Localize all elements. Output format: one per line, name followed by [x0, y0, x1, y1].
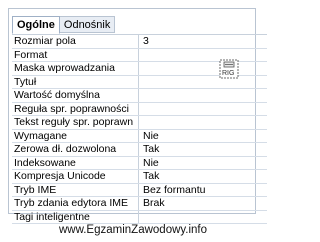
property-label: Wymagane — [12, 129, 139, 142]
property-label: Rozmiar pola — [12, 35, 139, 48]
property-label: Kompresja Unicode — [12, 170, 139, 183]
property-row-ime-sentence-mode[interactable]: Tryb zdania edytora IME Brak — [12, 197, 267, 211]
property-value[interactable]: Nie — [139, 157, 267, 170]
property-label: Tekst reguły spr. poprawn — [12, 116, 139, 129]
property-row-field-size[interactable]: Rozmiar pola 3 — [12, 35, 267, 49]
property-row-smart-tags[interactable]: Tagi inteligentne — [12, 210, 267, 224]
property-value[interactable]: Bez formantu — [139, 184, 267, 197]
property-label: Tytuł — [12, 75, 139, 88]
property-value[interactable] — [139, 89, 267, 102]
property-label: Tagi inteligentne — [12, 210, 139, 223]
property-value[interactable]: 3 — [139, 35, 267, 48]
property-row-required[interactable]: Wymagane Nie — [12, 129, 267, 143]
property-label: Format — [12, 48, 139, 61]
property-row-validation-rule[interactable]: Reguła spr. poprawności — [12, 102, 267, 116]
property-label: Maska wprowadzania — [12, 62, 139, 75]
property-label: Indeksowane — [12, 156, 139, 169]
property-label: Reguła spr. poprawności — [12, 102, 139, 115]
property-label: Zerowa dł. dozwolona — [12, 143, 139, 156]
property-value[interactable] — [139, 211, 267, 224]
property-row-unicode-compression[interactable]: Kompresja Unicode Tak — [12, 170, 267, 184]
property-row-allow-zero-length[interactable]: Zerowa dł. dozwolona Tak — [12, 143, 267, 157]
smart-tag-builder-icon: RIG — [219, 59, 239, 79]
property-label: Tryb zdania edytora IME — [12, 197, 139, 210]
property-value[interactable]: Nie — [139, 130, 267, 143]
property-label: Tryb IME — [12, 183, 139, 196]
tab-lookup[interactable]: Odnośnik — [59, 16, 116, 33]
property-row-indexed[interactable]: Indeksowane Nie — [12, 156, 267, 170]
property-value[interactable] — [139, 76, 267, 89]
property-row-validation-text[interactable]: Tekst reguły spr. poprawn — [12, 116, 267, 130]
property-value[interactable]: Tak — [139, 170, 267, 183]
property-tabs: Ogólne Odnośnik — [12, 16, 116, 34]
property-value[interactable] — [139, 62, 267, 75]
property-value[interactable] — [139, 49, 267, 62]
property-label: Wartość domyślna — [12, 89, 139, 102]
property-row-ime-mode[interactable]: Tryb IME Bez formantu — [12, 183, 267, 197]
property-value[interactable] — [139, 103, 267, 116]
svg-text:RIG: RIG — [222, 70, 234, 77]
property-value[interactable]: Tak — [139, 143, 267, 156]
property-row-default-value[interactable]: Wartość domyślna — [12, 89, 267, 103]
watermark: www.EgzaminZawodowy.info — [58, 224, 208, 236]
property-value[interactable] — [139, 116, 267, 129]
tab-general[interactable]: Ogólne — [12, 16, 60, 34]
property-value[interactable]: Brak — [139, 197, 267, 210]
